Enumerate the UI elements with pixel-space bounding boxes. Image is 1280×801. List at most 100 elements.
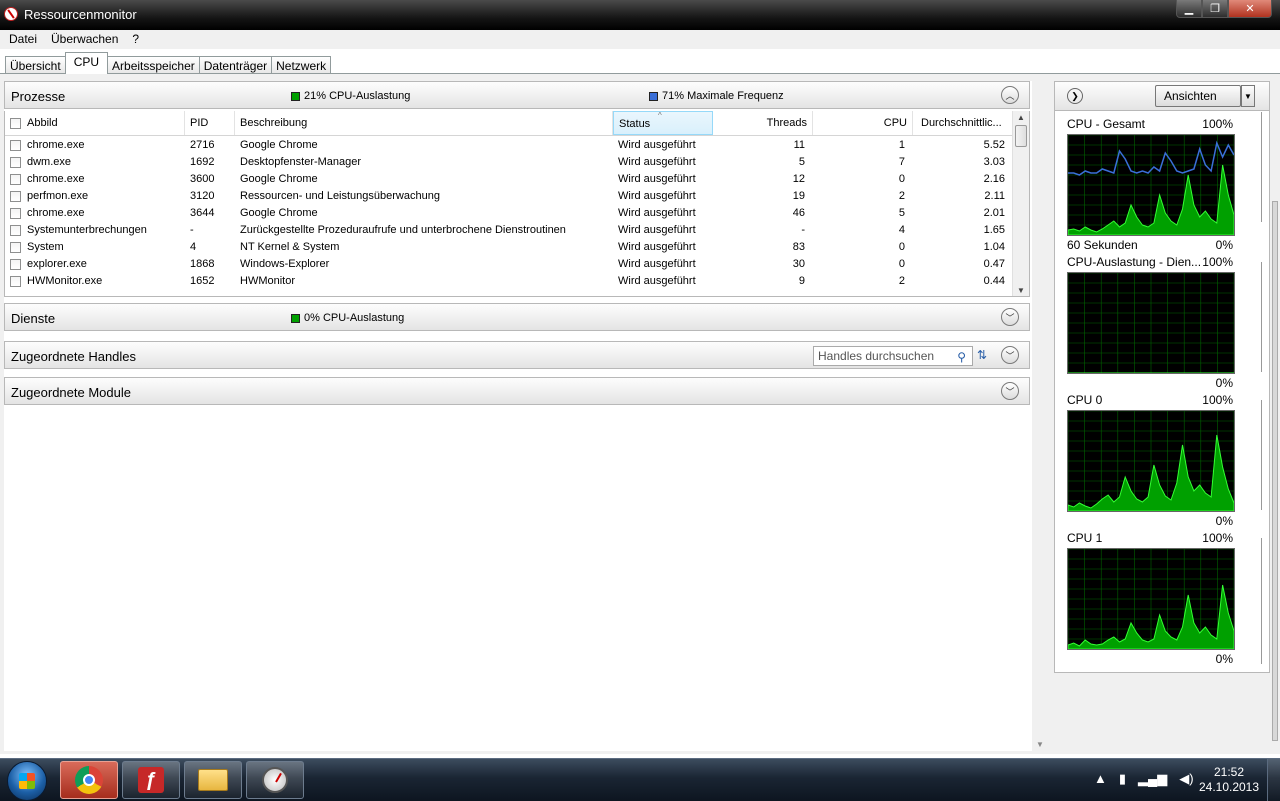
table-cell: 0 bbox=[898, 241, 905, 253]
views-button[interactable]: Ansichten bbox=[1155, 85, 1241, 107]
table-cell: 1692 bbox=[190, 156, 215, 168]
table-row[interactable]: Systemunterbrechungen - Zurückgestellte Pr… bbox=[5, 222, 1013, 239]
processes-freq-stat: 71% Maximale Frequenz bbox=[649, 90, 784, 102]
table-cell: Wird ausgeführt bbox=[618, 173, 696, 185]
flash-icon: ƒ bbox=[138, 767, 164, 793]
table-cell: 2716 bbox=[190, 139, 215, 151]
table-cell: 4 bbox=[190, 241, 197, 253]
scroll-up-icon[interactable]: ▲ bbox=[1017, 113, 1025, 122]
menu-ueberwachen[interactable]: Überwachen bbox=[44, 30, 125, 46]
taskbar-explorer[interactable] bbox=[184, 761, 242, 799]
table-cell: 5.52 bbox=[983, 139, 1005, 151]
column-threads[interactable]: Threads bbox=[713, 111, 813, 135]
table-row[interactable]: chrome.exe 2716 Google Chrome Wird ausgefüh… bbox=[5, 137, 1013, 154]
menu-help[interactable]: ? bbox=[125, 30, 146, 46]
processes-collapse-button[interactable]: ︿ bbox=[1001, 86, 1019, 104]
column-pid[interactable]: PID bbox=[185, 111, 235, 135]
scroll-down-icon[interactable]: ▼ bbox=[1017, 286, 1025, 295]
close-button[interactable]: ✕ bbox=[1228, 0, 1272, 18]
row-checkbox[interactable] bbox=[10, 276, 21, 287]
row-checkbox[interactable] bbox=[10, 174, 21, 185]
taskbar-resource-monitor[interactable] bbox=[246, 761, 304, 799]
column-cpu[interactable]: CPU bbox=[813, 111, 913, 135]
row-checkbox[interactable] bbox=[10, 191, 21, 202]
tab-memory[interactable]: Arbeitsspeicher bbox=[107, 56, 200, 74]
table-row[interactable]: perfmon.exe 3120 Ressourcen- und Leistungs… bbox=[5, 188, 1013, 205]
graph-title-service-cpu: CPU-Auslastung - Dien... bbox=[1067, 255, 1202, 269]
maximize-button[interactable]: ❐ bbox=[1202, 0, 1228, 18]
show-hidden-icons-icon[interactable]: ▲ bbox=[1094, 771, 1107, 787]
clock-date: 24.10.2013 bbox=[1198, 780, 1260, 794]
show-desktop-button[interactable] bbox=[1267, 759, 1280, 801]
graph-max-cpu0: 100% bbox=[1202, 393, 1233, 407]
tab-cpu[interactable]: CPU bbox=[64, 52, 109, 74]
handles-search-input[interactable]: Handles durchsuchen ⚲ bbox=[813, 346, 973, 366]
minimize-button[interactable]: ▁ bbox=[1176, 0, 1202, 18]
scroll-down-icon[interactable]: ▼ bbox=[1036, 740, 1044, 749]
table-row[interactable]: dwm.exe 1692 Desktopfenster-Manager Wird au… bbox=[5, 154, 1013, 171]
table-cell: Wird ausgeführt bbox=[618, 139, 696, 151]
table-row[interactable]: System 4 NT Kernel & System Wird ausgeführt… bbox=[5, 239, 1013, 256]
table-cell: Wird ausgeführt bbox=[618, 241, 696, 253]
menu-datei[interactable]: Datei bbox=[0, 30, 44, 46]
graph-max-service-cpu: 100% bbox=[1202, 255, 1233, 269]
handles-expand-button[interactable]: ﹀ bbox=[1001, 346, 1019, 364]
row-checkbox[interactable] bbox=[10, 242, 21, 253]
modules-title: Zugeordnete Module bbox=[11, 385, 131, 400]
processes-freq-stat-text: 71% Maximale Frequenz bbox=[662, 90, 784, 102]
taskbar-flash[interactable]: ƒ bbox=[122, 761, 180, 799]
tab-disk[interactable]: Datenträger bbox=[198, 56, 273, 74]
processes-scrollbar[interactable]: ▲ ▼ bbox=[1012, 111, 1029, 296]
start-button[interactable] bbox=[7, 761, 47, 801]
row-checkbox[interactable] bbox=[10, 225, 21, 236]
handles-title: Zugeordnete Handles bbox=[11, 349, 137, 364]
table-cell: 3644 bbox=[190, 207, 215, 219]
table-row[interactable]: chrome.exe 3600 Google Chrome Wird ausgefüh… bbox=[5, 171, 1013, 188]
select-all-checkbox[interactable] bbox=[10, 117, 21, 129]
table-row[interactable]: explorer.exe 1868 Windows-Explorer Wird aus… bbox=[5, 256, 1013, 273]
table-cell: 4 bbox=[898, 224, 905, 236]
clock[interactable]: 21:52 24.10.2013 bbox=[1192, 765, 1266, 795]
table-cell: dwm.exe bbox=[27, 156, 72, 168]
graph-cpu0 bbox=[1067, 410, 1235, 512]
search-icon[interactable]: ⚲ bbox=[957, 350, 966, 364]
table-cell: 12 bbox=[792, 173, 805, 185]
window-scrollbar[interactable] bbox=[1270, 81, 1280, 751]
column-beschreibung[interactable]: Beschreibung bbox=[235, 111, 613, 135]
views-dropdown-button[interactable]: ▼ bbox=[1241, 85, 1255, 107]
table-row[interactable]: chrome.exe 3644 Google Chrome Wird ausgefüh… bbox=[5, 205, 1013, 222]
window-scroll-thumb[interactable] bbox=[1272, 201, 1278, 741]
tab-network[interactable]: Netzwerk bbox=[271, 56, 332, 74]
row-checkbox[interactable] bbox=[10, 259, 21, 270]
table-cell: 5 bbox=[898, 207, 905, 219]
network-signal-icon[interactable]: ▂▄▆ bbox=[1138, 771, 1167, 787]
graph-cpu-total bbox=[1067, 134, 1235, 236]
graph-timespan: 60 Sekunden bbox=[1067, 238, 1138, 252]
scroll-thumb[interactable] bbox=[1015, 125, 1027, 147]
services-expand-button[interactable]: ﹀ bbox=[1001, 308, 1019, 326]
chevron-down-icon: ﹀ bbox=[1005, 350, 1015, 361]
chevron-up-icon: ︿ bbox=[1005, 90, 1015, 101]
table-cell: 30 bbox=[792, 258, 805, 270]
row-checkbox[interactable] bbox=[10, 140, 21, 151]
table-row[interactable]: HWMonitor.exe 1652 HWMonitor Wird ausgeführ… bbox=[5, 273, 1013, 290]
row-checkbox[interactable] bbox=[10, 157, 21, 168]
collapse-panel-button[interactable]: ❯ bbox=[1067, 88, 1083, 104]
row-checkbox[interactable] bbox=[10, 208, 21, 219]
power-icon[interactable]: ▮ bbox=[1119, 771, 1126, 787]
table-cell: 46 bbox=[792, 207, 805, 219]
column-average-cpu[interactable]: Durchschnittlic... bbox=[913, 111, 1013, 135]
services-header[interactable]: Dienste 0% CPU-Auslastung ﹀ bbox=[4, 303, 1030, 331]
column-status[interactable]: Status ^ bbox=[613, 111, 713, 135]
handles-header[interactable]: Zugeordnete Handles Handles durchsuchen … bbox=[4, 341, 1030, 369]
refresh-icon[interactable]: ⇅ bbox=[977, 348, 987, 362]
tab-overview[interactable]: Übersicht bbox=[5, 56, 66, 74]
graph-min-cpu0: 0% bbox=[1215, 514, 1233, 528]
processes-header[interactable]: Prozesse 21% CPU-Auslastung 71% Maximale… bbox=[4, 81, 1030, 109]
taskbar-chrome[interactable] bbox=[60, 761, 118, 799]
modules-header[interactable]: Zugeordnete Module ﹀ bbox=[4, 377, 1030, 405]
modules-expand-button[interactable]: ﹀ bbox=[1001, 382, 1019, 400]
table-cell: Wird ausgeführt bbox=[618, 207, 696, 219]
column-abbild[interactable]: Abbild bbox=[5, 111, 185, 135]
left-pane-scrollbar[interactable]: ▼ bbox=[1032, 81, 1048, 751]
